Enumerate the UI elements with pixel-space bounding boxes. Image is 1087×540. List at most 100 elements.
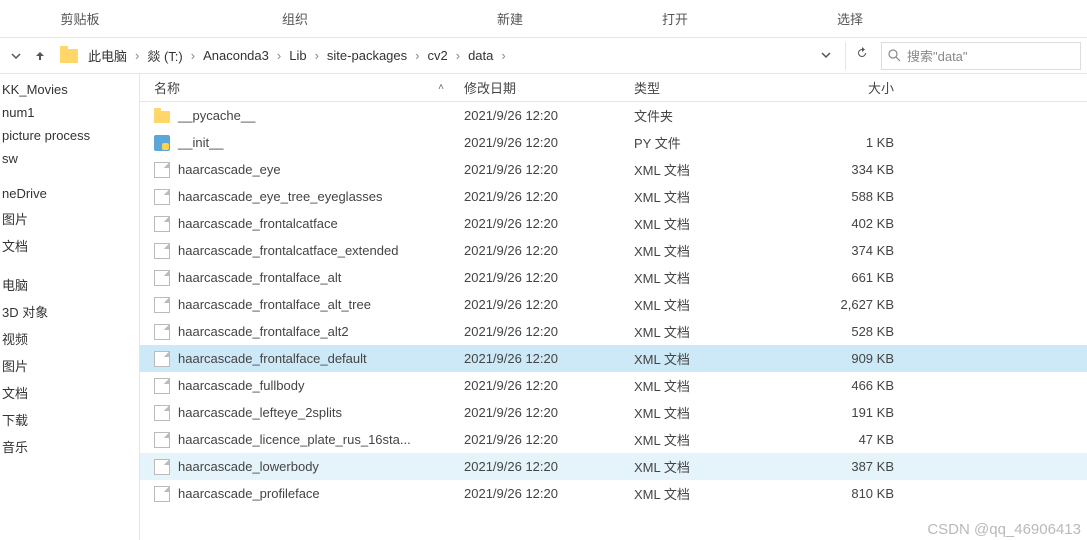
sidebar-item[interactable]: 3D 对象	[0, 298, 139, 325]
table-row[interactable]: haarcascade_profileface 2021/9/26 12:20XM…	[140, 480, 1087, 507]
sidebar-item[interactable]: 图片	[0, 205, 139, 232]
sort-indicator-icon: ˄	[438, 82, 444, 93]
file-size: 528 KB	[804, 324, 914, 339]
file-icon	[154, 162, 170, 178]
file-type: XML 文档	[634, 349, 804, 368]
chevron-right-icon: ›	[315, 48, 319, 63]
file-date: 2021/9/26 12:20	[464, 297, 634, 312]
py-icon	[154, 135, 170, 151]
folder-icon	[60, 49, 78, 63]
table-row[interactable]: haarcascade_licence_plate_rus_16sta...20…	[140, 426, 1087, 453]
table-row[interactable]: haarcascade_frontalcatface 2021/9/26 12:2…	[140, 210, 1087, 237]
table-row[interactable]: haarcascade_frontalface_alt22021/9/26 12…	[140, 318, 1087, 345]
table-row[interactable]: __pycache__2021/9/26 12:20文件夹	[140, 102, 1087, 129]
file-size: 402 KB	[804, 216, 914, 231]
sidebar-item[interactable]: 图片	[0, 352, 139, 379]
file-name: haarcascade_frontalcatface_extended	[178, 243, 398, 258]
search-placeholder: 搜索"data"	[907, 46, 968, 65]
file-type: XML 文档	[634, 430, 804, 449]
file-type: XML 文档	[634, 241, 804, 260]
file-icon	[154, 432, 170, 448]
table-row[interactable]: haarcascade_lowerbody 2021/9/26 12:20XML …	[140, 453, 1087, 480]
col-name[interactable]: 名称 ˄	[154, 78, 464, 97]
table-row[interactable]: haarcascade_fullbody2021/9/26 12:20XML 文…	[140, 372, 1087, 399]
file-type: XML 文档	[634, 268, 804, 287]
sidebar-item[interactable]: 文档	[0, 232, 139, 259]
table-row[interactable]: haarcascade_frontalcatface_extended 2021/…	[140, 237, 1087, 264]
sidebar-item[interactable]: num1	[0, 101, 139, 124]
table-row[interactable]: __init__2021/9/26 12:20PY 文件1 KB	[140, 129, 1087, 156]
file-name: __init__	[178, 135, 224, 150]
col-size[interactable]: 大小	[804, 78, 914, 97]
table-row[interactable]: haarcascade_frontalface_alt_tree 2021/9/2…	[140, 291, 1087, 318]
ribbon-new: 新建	[430, 9, 590, 28]
ribbon-open: 打开	[590, 9, 760, 28]
chevron-right-icon: ›	[277, 48, 281, 63]
sidebar-item[interactable]: 视频	[0, 325, 139, 352]
breadcrumb-item[interactable]: cv2	[427, 48, 447, 63]
sidebar-item[interactable]: 音乐	[0, 433, 139, 460]
file-type: XML 文档	[634, 295, 804, 314]
table-row[interactable]: haarcascade_eye_tree_eyeglasses2021/9/26…	[140, 183, 1087, 210]
sidebar-item[interactable]: picture process	[0, 124, 139, 147]
file-date: 2021/9/26 12:20	[464, 243, 634, 258]
file-date: 2021/9/26 12:20	[464, 135, 634, 150]
file-date: 2021/9/26 12:20	[464, 486, 634, 501]
file-type: XML 文档	[634, 160, 804, 179]
sidebar-item[interactable]: sw	[0, 147, 139, 170]
file-date: 2021/9/26 12:20	[464, 459, 634, 474]
table-row[interactable]: haarcascade_lefteye_2splits2021/9/26 12:…	[140, 399, 1087, 426]
table-row[interactable]: haarcascade_frontalface_default2021/9/26…	[140, 345, 1087, 372]
sidebar-item[interactable]: neDrive	[0, 182, 139, 205]
breadcrumb-item[interactable]: site-packages	[327, 48, 407, 63]
folder-icon	[154, 111, 170, 123]
refresh-button[interactable]	[845, 42, 877, 70]
file-icon	[154, 459, 170, 475]
search-input[interactable]: 搜索"data"	[881, 42, 1081, 70]
sidebar-item[interactable]: 下载	[0, 406, 139, 433]
address-bar: 此电脑›燚 (T:)›Anaconda3›Lib›site-packages›c…	[0, 38, 1087, 74]
breadcrumb-item[interactable]: data	[468, 48, 493, 63]
sidebar-item[interactable]: KK_Movies	[0, 78, 139, 101]
file-date: 2021/9/26 12:20	[464, 162, 634, 177]
ribbon-clipboard: 剪贴板	[0, 9, 160, 28]
file-name: haarcascade_frontalface_alt_tree	[178, 297, 371, 312]
file-name: haarcascade_frontalcatface	[178, 216, 338, 231]
file-icon	[154, 189, 170, 205]
breadcrumb-item[interactable]: 此电脑	[88, 46, 127, 65]
table-row[interactable]: haarcascade_frontalface_alt2021/9/26 12:…	[140, 264, 1087, 291]
col-type[interactable]: 类型	[634, 78, 804, 97]
file-type: XML 文档	[634, 214, 804, 233]
sidebar-item[interactable]: 电脑	[0, 271, 139, 298]
nav-back-dropdown-icon[interactable]	[6, 46, 26, 66]
file-size: 588 KB	[804, 189, 914, 204]
file-type: XML 文档	[634, 484, 804, 503]
breadcrumb[interactable]: 此电脑›燚 (T:)›Anaconda3›Lib›site-packages›c…	[88, 46, 817, 65]
sidebar-item[interactable]: 文档	[0, 379, 139, 406]
file-name: haarcascade_lowerbody	[178, 459, 319, 474]
file-icon	[154, 486, 170, 502]
file-type: PY 文件	[634, 133, 804, 152]
file-type: 文件夹	[634, 106, 804, 125]
file-size: 191 KB	[804, 405, 914, 420]
file-name: __pycache__	[178, 108, 255, 123]
address-dropdown-icon[interactable]	[821, 48, 831, 63]
file-icon	[154, 378, 170, 394]
file-size: 334 KB	[804, 162, 914, 177]
column-headers[interactable]: 名称 ˄ 修改日期 类型 大小	[140, 74, 1087, 102]
file-name: haarcascade_profileface	[178, 486, 320, 501]
file-type: XML 文档	[634, 457, 804, 476]
ribbon-select: 选择	[760, 9, 940, 28]
chevron-right-icon: ›	[191, 48, 195, 63]
breadcrumb-item[interactable]: Lib	[289, 48, 306, 63]
breadcrumb-item[interactable]: 燚 (T:)	[147, 46, 182, 65]
file-date: 2021/9/26 12:20	[464, 216, 634, 231]
sidebar-spacer	[0, 259, 139, 271]
table-row[interactable]: haarcascade_eye2021/9/26 12:20XML 文档334 …	[140, 156, 1087, 183]
search-icon	[888, 49, 901, 62]
ribbon-group-labels: 剪贴板 组织 新建 打开 选择	[0, 0, 1087, 38]
breadcrumb-item[interactable]: Anaconda3	[203, 48, 269, 63]
col-date[interactable]: 修改日期	[464, 78, 634, 97]
file-icon	[154, 270, 170, 286]
nav-up-button[interactable]	[30, 46, 50, 66]
